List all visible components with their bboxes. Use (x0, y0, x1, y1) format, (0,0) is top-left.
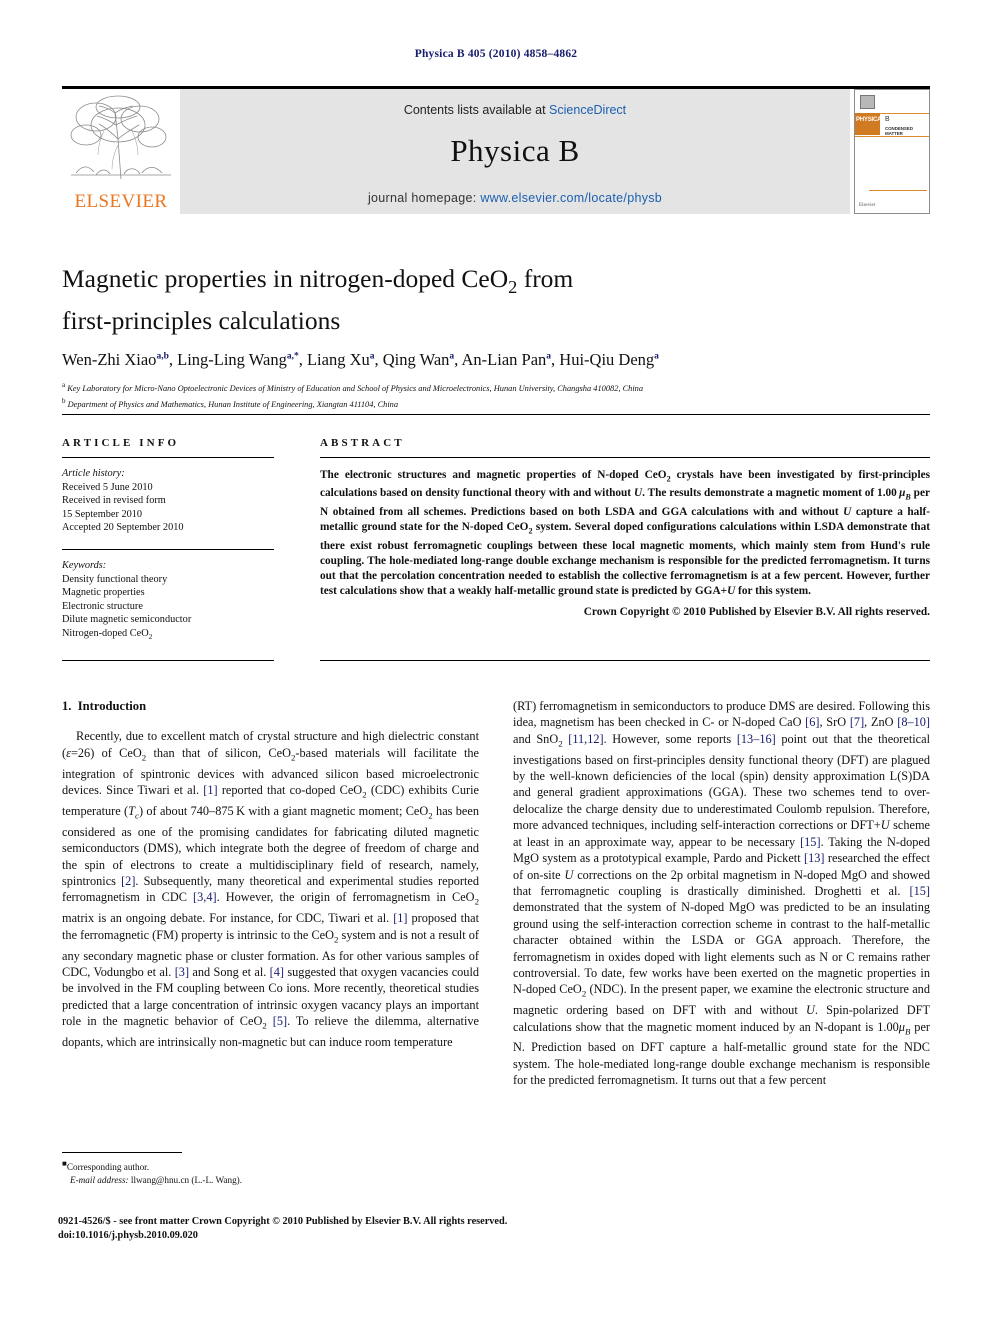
footnote-divider (62, 1152, 182, 1153)
contents-prefix: Contents lists available at (403, 103, 550, 117)
doi-line[interactable]: doi:10.1016/j.physb.2010.09.020 (58, 1229, 658, 1243)
title-block: Magnetic properties in nitrogen-doped Ce… (62, 262, 822, 411)
cover-brand-label: PHYSICA (856, 117, 882, 123)
journal-title: Physica B (450, 133, 580, 168)
body-column-left: 1. Introduction Recently, due to excelle… (62, 698, 479, 1050)
running-head: Physica B 405 (2010) 4858–4862 (414, 48, 578, 60)
abstract-rule (320, 457, 930, 458)
paper-title-line1-main: Magnetic properties in nitrogen-doped Ce… (62, 264, 509, 293)
journal-homepage-url[interactable]: www.elsevier.com/locate/physb (480, 191, 662, 205)
article-info-heading: ARTICLE INFO (62, 437, 180, 449)
abstract-bottom-divider (320, 660, 930, 661)
journal-masthead: ELSEVIER Contents lists available at Sci… (62, 86, 930, 217)
journal-homepage-line: journal homepage: www.elsevier.com/locat… (180, 191, 850, 205)
author-affiliation-mark: a (546, 351, 552, 362)
intro-paragraph-left: Recently, due to excellent match of crys… (62, 729, 480, 1050)
article-history-label: Article history: (62, 468, 125, 479)
author-name: Ling-Ling Wang (177, 350, 287, 370)
cover-publisher-logo: Elsevier (859, 203, 876, 208)
corresponding-author-text: Corresponding author. (66, 1162, 150, 1173)
author-affiliation-mark: a (654, 351, 659, 362)
author-affiliation-mark: a (449, 351, 455, 362)
affiliation-mark: a (62, 381, 66, 390)
email-label: E-mail address: (70, 1174, 129, 1185)
author-name: Liang Xu (306, 350, 370, 370)
paper-title-line1-tail: from (517, 264, 574, 293)
article-history-line: Accepted 20 September 2010 (62, 522, 184, 534)
abstract-heading: ABSTRACT (320, 437, 405, 449)
sciencedirect-link[interactable]: ScienceDirect (549, 103, 626, 117)
cover-image-placeholder (860, 95, 875, 109)
keyword-item: Nitrogen-doped CeO2 (62, 627, 153, 641)
journal-cover-thumbnail: PHYSICA B CONDENSED MATTER Elsevier (854, 89, 930, 214)
article-history-line: 15 September 2010 (62, 508, 143, 520)
bottom-matter: 0921-4526/$ - see front matter Crown Cop… (58, 1215, 658, 1242)
paper-title-line2: first-principles calculations (62, 306, 341, 336)
author-affiliation-mark: a (369, 351, 375, 362)
author-name: Wen-Zhi Xiao (62, 350, 157, 370)
article-info-rule (62, 457, 274, 458)
affiliation-list: a Key Laboratory for Micro-Nano Optoelec… (62, 379, 822, 411)
paper-title-subscript: 2 (508, 277, 518, 298)
author-affiliation-mark: a,* (286, 351, 299, 362)
section-title: Introduction (77, 699, 147, 713)
cover-volume-letter: B (885, 116, 890, 123)
body-column-right: (RT) ferromagnetism in semiconductors to… (513, 698, 930, 1089)
intro-paragraph-right: (RT) ferromagnetism in semiconductors to… (513, 699, 931, 1088)
author-name: Hui-Qiu Deng (559, 350, 655, 370)
author-name: Qing Wan (382, 350, 450, 370)
issn-copyright-line: 0921-4526/$ - see front matter Crown Cop… (58, 1216, 508, 1227)
corresponding-author-line: ■Corresponding author. (62, 1158, 479, 1174)
cover-rule (869, 190, 927, 191)
article-history-group: Article history: Received 5 June 2010 Re… (62, 467, 274, 535)
author-affiliation-mark: a,b (156, 351, 169, 362)
keyword-item: Magnetic properties (62, 587, 145, 599)
keywords-group: Keywords: Density functional theory Magn… (62, 559, 274, 644)
elsevier-logo: ELSEVIER (62, 89, 180, 214)
masthead-center-panel: Contents lists available at ScienceDirec… (180, 89, 850, 214)
email-line: E-mail address: llwang@hnu.cn (L.-L. Wan… (62, 1174, 479, 1187)
affiliation-text: Department of Physics and Mathematics, H… (67, 399, 399, 409)
title-divider (62, 414, 930, 415)
contents-available-line: Contents lists available at ScienceDirec… (180, 103, 850, 117)
corresponding-author-footnote: ■Corresponding author. E-mail address: l… (62, 1152, 479, 1186)
elsevier-wordmark: ELSEVIER (74, 191, 168, 212)
author-list: Wen-Zhi Xiaoa,b, Ling-Ling Wanga,*, Lian… (62, 350, 659, 370)
keyword-item: Density functional theory (62, 573, 168, 585)
elsevier-tree-icon (70, 95, 171, 180)
homepage-prefix: journal homepage: (367, 191, 481, 205)
keyword-item: Electronic structure (62, 600, 143, 612)
abstract-copyright: Crown Copyright © 2010 Published by Else… (583, 606, 930, 619)
cover-subtitle: CONDENSED MATTER (885, 126, 913, 136)
article-info-column: ARTICLE INFO Article history: Received 5… (62, 437, 274, 644)
paper-page: Physica B 405 (2010) 4858–4862 ELSEVIER … (0, 0, 992, 1323)
keywords-rule (62, 548, 274, 550)
abstract-column: ABSTRACT The electronic structures and m… (320, 437, 930, 618)
article-history-line: Received 5 June 2010 (62, 481, 153, 493)
section-heading-introduction: 1. Introduction (62, 698, 479, 714)
info-bottom-divider (62, 660, 274, 661)
abstract-body: The electronic structures and magnetic p… (320, 469, 931, 598)
affiliation-item: b Department of Physics and Mathematics,… (62, 395, 822, 411)
section-number: 1. (62, 699, 72, 713)
affiliation-item: a Key Laboratory for Micro-Nano Optoelec… (62, 379, 822, 395)
paper-title: Magnetic properties in nitrogen-doped Ce… (62, 262, 822, 337)
affiliation-mark: b (62, 396, 66, 405)
keyword-item: Dilute magnetic semiconductor (62, 614, 192, 626)
author-name: An-Lian Pan (461, 350, 547, 370)
article-history-line: Received in revised form (62, 495, 166, 507)
email-address[interactable]: llwang@hnu.cn (L.-L. Wang). (131, 1175, 242, 1185)
affiliation-text: Key Laboratory for Micro-Nano Optoelectr… (67, 383, 644, 393)
keywords-label: Keywords: (62, 559, 107, 571)
